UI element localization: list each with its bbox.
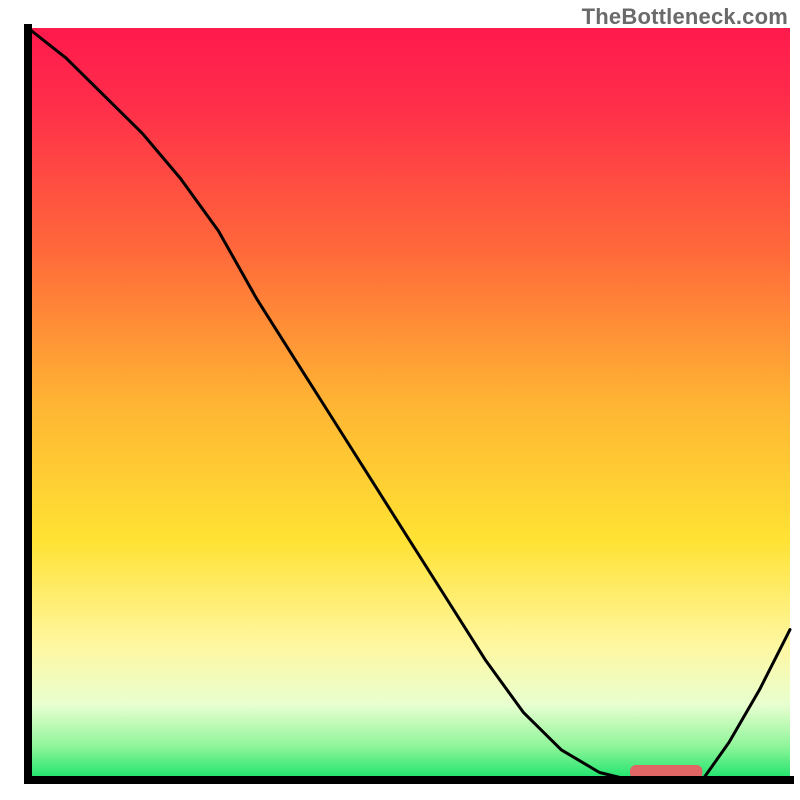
plot-area — [28, 28, 790, 780]
bottleneck-chart — [0, 0, 800, 800]
watermark-text: TheBottleneck.com — [582, 4, 788, 30]
